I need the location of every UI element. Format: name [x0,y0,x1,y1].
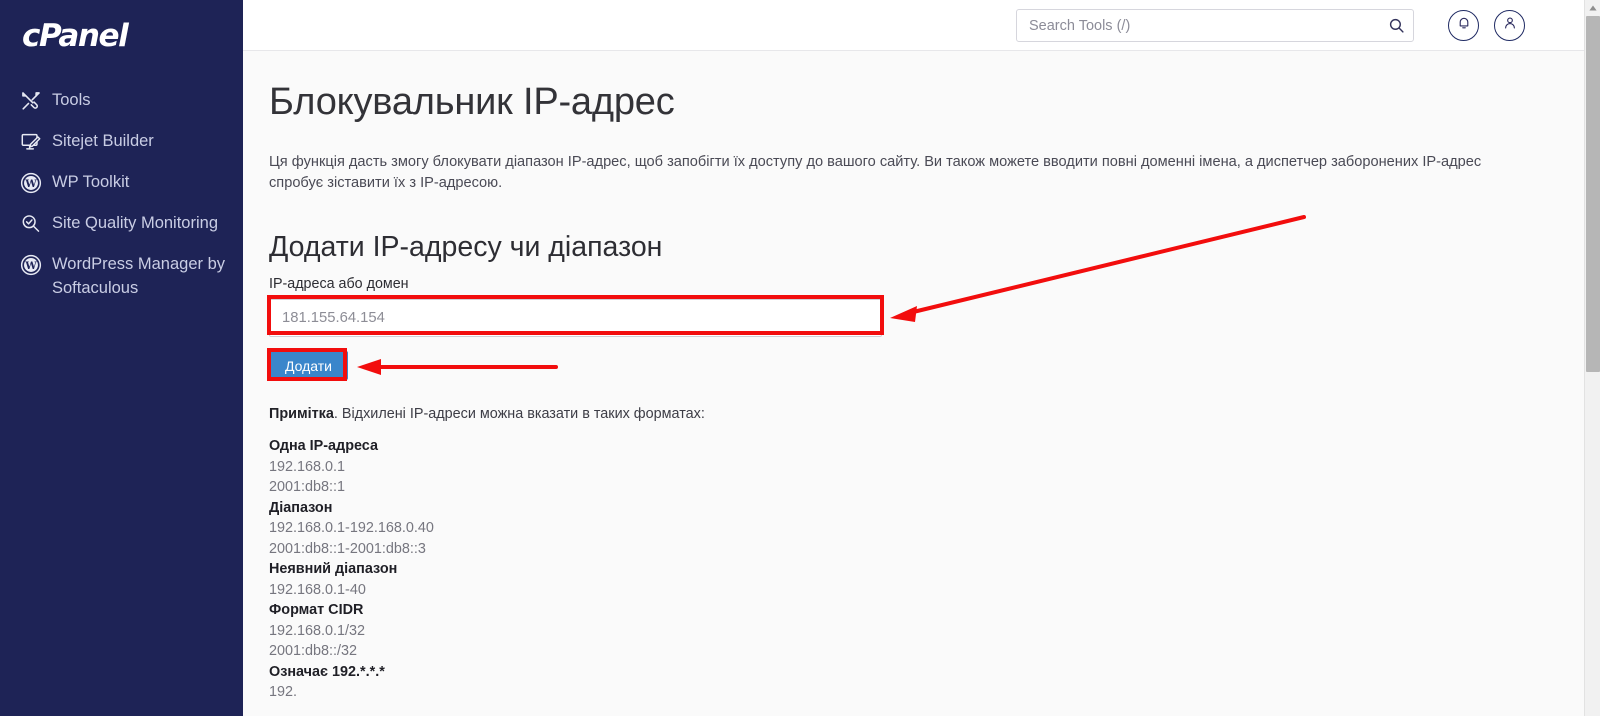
search-input[interactable] [1017,17,1379,34]
user-icon [1503,16,1517,35]
format-examples-list: Одна IP-адреса 192.168.0.1 2001:db8::1 Д… [269,436,1584,703]
notifications-button[interactable] [1448,10,1479,41]
format-value: 2001:db8::1 [269,479,346,495]
format-value: 192.168.0.1-40 [269,581,366,598]
svg-text:W: W [24,179,37,190]
sidebar-item-tools[interactable]: Tools [0,80,243,121]
format-heading: Означає 192.*.*.* [269,663,385,680]
note-text: Примітка. Відхилені IP-адреси можна вказ… [269,406,1584,422]
sidebar-item-label: Tools [52,91,91,109]
sidebar-item-site-quality-monitoring[interactable]: Site Quality Monitoring [0,203,243,244]
format-value: 192.168.0.1/32 [269,622,366,639]
top-header [243,0,1600,51]
main-content: Блокувальник IP-адрес Ця функція дасть з… [243,51,1584,716]
bell-icon [1457,16,1471,35]
ip-address-input[interactable] [269,299,882,337]
cpanel-page: cPanel Tools Sitejet Builder W WP Toolki… [0,0,1600,716]
wordpress-icon: W [20,171,50,195]
cpanel-wordmark: cPanel [22,18,129,54]
site-quality-icon [20,212,50,236]
sidebar-item-wp-toolkit[interactable]: W WP Toolkit [0,162,243,203]
sidebar-item-label: Sitejet Builder [52,132,154,150]
search-icon[interactable] [1379,10,1413,41]
format-value: 192. [269,684,298,700]
tools-icon [20,89,50,113]
format-heading: Діапазон [269,499,333,516]
search-box[interactable] [1016,9,1414,42]
section-title-add-ip: Додати IP-адресу чи діапазон [269,231,663,263]
format-value: 192.168.0.1-192.168.0.40 [269,520,434,536]
sidebar-nav: Tools Sitejet Builder W WP Toolkit Site … [0,80,243,308]
ip-field-label: IP-адреса або домен [269,276,409,292]
sidebar-item-sitejet-builder[interactable]: Sitejet Builder [0,121,243,162]
account-button[interactable] [1494,10,1525,41]
format-value: 2001:db8::1-2001:db8::3 [269,540,426,557]
vertical-scrollbar[interactable] [1584,0,1600,716]
sidebar-item-label: WordPress Manager by Softaculous [52,255,226,297]
format-value: 192.168.0.1 [269,458,346,475]
sidebar-item-wordpress-manager[interactable]: W WordPress Manager by Softaculous [0,244,243,308]
sidebar-item-label: Site Quality Monitoring [52,214,218,232]
wordpress-icon: W [20,253,50,277]
format-heading: Неявний діапазон [269,561,398,577]
format-heading: Одна IP-адреса [269,438,378,454]
page-title: Блокувальник IP-адрес [269,81,675,123]
svg-text:W: W [24,261,37,272]
sidebar-item-label: WP Toolkit [52,173,130,191]
cpanel-logo[interactable]: cPanel [0,0,243,62]
ip-input-wrapper [269,299,882,337]
sitejet-builder-icon [20,130,50,154]
note-label: Примітка [269,406,334,422]
note-rest: . Відхилені IP-адреси можна вказати в та… [333,406,705,422]
format-value: 2001:db8::/32 [269,643,358,659]
format-heading: Формат CIDR [269,602,364,618]
add-button-wrapper: Додати [269,351,348,380]
add-button[interactable]: Додати [269,351,348,380]
page-description: Ця функція дасть змогу блокувати діапазо… [269,154,1482,191]
scrollbar-thumb[interactable] [1586,16,1600,372]
sidebar: cPanel Tools Sitejet Builder W WP Toolki… [0,0,243,716]
scrollbar-up-arrow-icon[interactable] [1585,0,1600,16]
